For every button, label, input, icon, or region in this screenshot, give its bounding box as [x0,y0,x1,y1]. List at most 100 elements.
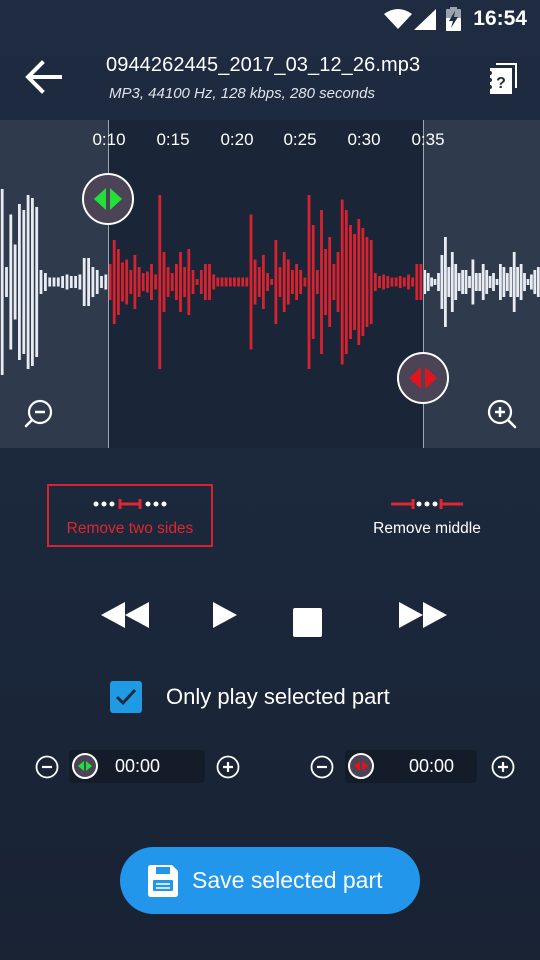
waveform-bar-unselected [464,270,468,294]
waveform-bar-selected [129,270,133,294]
waveform-bar-unselected [450,252,454,312]
waveform-bar-unselected [440,255,444,309]
start-time-field[interactable]: 00:00 [69,750,205,783]
stop-icon [293,608,322,637]
waveform-bar-selected [373,273,377,291]
waveform-bar-selected [187,249,191,315]
remove-two-sides-button[interactable]: Remove two sides [47,484,213,547]
waveform-bar-unselected [512,252,516,312]
waveform-bar-unselected [444,237,447,327]
waveform-bar-selected [378,276,381,288]
zoom-in-button[interactable] [486,398,520,432]
waveform-bar-selected [303,277,307,287]
waveform-bar-selected [253,259,257,305]
left-right-arrows-icon [354,761,368,771]
svg-text:?: ? [496,75,506,92]
only-play-selected-toggle[interactable]: Only play selected part [110,680,390,714]
waveform-bar-unselected [95,270,99,294]
waveform-bar-unselected [526,279,530,285]
waveform-bar-unselected [69,276,73,288]
help-button[interactable]: ? [486,60,520,96]
start-time-decrement-button[interactable] [35,755,59,779]
waveform-bar-selected [390,277,394,287]
start-time-value: 00:00 [115,756,161,776]
waveform-bar-unselected [468,276,471,288]
waveform-bar-selected [311,225,315,339]
file-meta: MP3, 44100 Hz, 128 kbps, 280 seconds [109,85,376,102]
start-time-increment-button[interactable] [216,755,240,779]
waveform-bar-selected [224,277,228,287]
end-time-increment-button[interactable] [491,755,515,779]
waveform-bar-selected [175,264,178,300]
waveform-bar-unselected [485,270,489,294]
start-handle[interactable] [82,173,134,225]
waveform-bar-selected [150,264,153,300]
waveform-bar-selected [241,277,245,287]
end-time-field[interactable]: 00:00 [345,750,477,783]
waveform-bar-selected [179,252,182,312]
rewind-icon [101,602,149,628]
waveform-bar-unselected [56,277,60,287]
fast-forward-button[interactable] [398,600,448,635]
waveform-bar-selected [344,210,348,354]
waveform-bar-selected [278,267,282,297]
waveform-bar-selected [208,264,211,300]
stop-button[interactable] [293,608,322,642]
waveform-bar-unselected [509,267,513,297]
minus-circle-icon [310,755,334,779]
battery-charging-icon [446,7,461,31]
waveform-bar-selected [108,264,112,300]
waveform-bar-selected [365,237,369,327]
left-right-arrows-icon [94,188,122,210]
waveform-bar-selected [332,264,336,300]
waveform-bar-unselected [13,244,17,320]
waveform-bar-selected [121,262,124,302]
only-play-selected-checkbox[interactable] [110,681,142,713]
waveform-bar-selected [195,279,199,285]
waveform-bar-selected [353,234,356,330]
selection-start-line [108,120,109,448]
rewind-button[interactable] [100,600,150,635]
waveform-area[interactable]: 0:10 0:15 0:20 0:25 0:30 0:35 [0,120,540,448]
waveform-bar-selected [125,259,129,305]
waveform-bar-unselected [5,267,8,297]
arrow-left-icon [25,60,62,94]
mode-label: Remove middle [373,520,481,537]
waveform-bar-unselected [39,270,43,294]
waveform-bar-selected [166,267,170,297]
waveform-bar-unselected [457,273,461,291]
end-handle[interactable] [397,352,449,404]
waveform-bar-selected [249,214,253,350]
waveform-bar-selected [282,252,286,312]
end-time-decrement-button[interactable] [310,755,334,779]
waveform [0,189,540,375]
waveform-bar-selected [386,276,390,288]
play-button[interactable] [212,600,238,635]
waveform-bar-selected [220,277,224,287]
save-button-label: Save selected part [192,867,383,893]
status-bar: 16:54 [0,0,540,38]
timeline-tick: 0:35 [411,130,445,149]
waveform-bar-selected [361,228,365,336]
waveform-bar-unselected [495,279,499,285]
waveform-bar-selected [382,274,385,290]
waveform-bar-unselected [471,259,475,305]
waveform-bar-unselected [104,274,108,290]
remove-middle-button[interactable]: Remove middle [344,486,510,549]
waveform-bar-selected [228,277,232,287]
save-selected-part-button[interactable]: Save selected part [120,847,420,914]
waveform-bar-selected [307,195,311,369]
end-time-value: 00:00 [409,756,455,776]
waveform-bar-unselected [78,274,82,290]
timeline-tick: 0:30 [347,130,381,149]
cellular-signal-icon [414,9,436,30]
waveform-bar-selected [315,270,319,294]
remove-two-sides-icon [93,499,167,509]
waveform-bar-selected [398,276,402,288]
waveform-bar-unselected [91,267,95,297]
back-button[interactable] [22,56,64,98]
waveform-bar-unselected [505,273,509,291]
waveform-bar-unselected [478,273,482,291]
waveform-bar-selected [233,277,236,287]
zoom-out-button[interactable] [24,398,58,432]
